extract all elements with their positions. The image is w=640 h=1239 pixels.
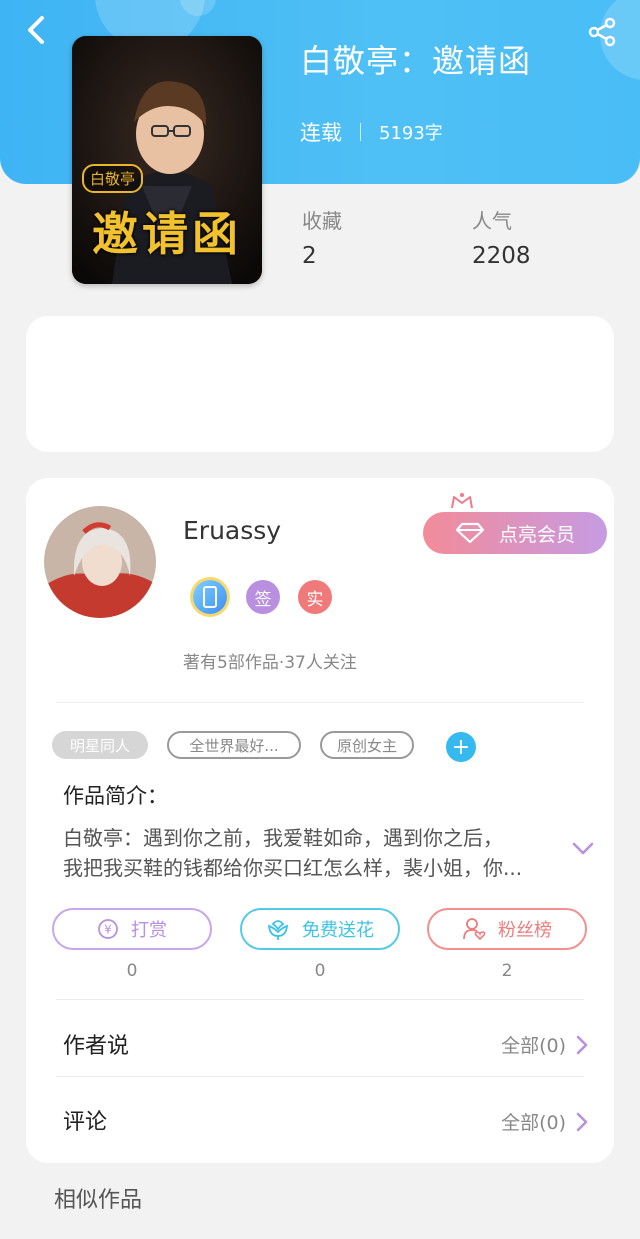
book-meta: 连载 5193字: [300, 117, 443, 147]
comments-all-text: 全部(0): [501, 1112, 566, 1134]
expand-chevron-down-icon[interactable]: [572, 842, 594, 856]
intro-line: 白敬亭：遇到你之前，我爱鞋如命，遇到你之后，: [63, 826, 503, 850]
add-tag-button[interactable]: +: [446, 732, 476, 762]
tip-button[interactable]: ¥ 打赏: [52, 908, 212, 950]
favorites-label: 收藏: [302, 209, 342, 233]
divider: [56, 702, 584, 703]
serial-status: 连载: [300, 121, 342, 145]
intro-text: 白敬亭：遇到你之前，我爱鞋如命，遇到你之后， 我把我买鞋的钱都给你买口红怎么样，…: [63, 823, 553, 883]
comments-label[interactable]: 评论: [63, 1104, 107, 1136]
avatar-image: [44, 506, 156, 618]
real-badge-icon: 实: [298, 580, 332, 614]
author-avatar[interactable]: [44, 506, 156, 618]
diamond-icon: [455, 522, 485, 544]
favorites-value: 2: [302, 243, 317, 269]
flower-count: 0: [314, 961, 326, 981]
similar-works-heading: 相似作品: [54, 1188, 143, 1213]
chevron-right-icon: [576, 1112, 588, 1131]
vip-button[interactable]: 点亮会员: [423, 512, 607, 554]
cover-big-title: 邀请函: [92, 207, 242, 261]
sign-badge-icon: 签: [246, 580, 280, 614]
tip-label: 打赏: [131, 920, 167, 941]
intro-line: 我把我买鞋的钱都给你买口红怎么样，裴小姐，你...: [63, 856, 523, 880]
author-works-info: 著有5部作品·37人关注: [183, 653, 357, 673]
crown-icon: [451, 493, 473, 509]
chevron-right-icon: [576, 1035, 588, 1054]
tag-original-heroine[interactable]: 原创女主: [320, 731, 414, 759]
meta-divider: [360, 123, 361, 141]
empty-card: [26, 316, 614, 452]
book-title: 白敬亭：邀请函: [300, 42, 532, 80]
author-says-all-text: 全部(0): [501, 1035, 566, 1057]
flower-icon: [267, 920, 289, 940]
back-arrow-icon[interactable]: [22, 14, 54, 46]
detail-card: Eruassy 点亮会员 签 实 著有5部作品·37人关注 明星同人 全世界最好…: [26, 478, 614, 1163]
book-cover[interactable]: 白敬亭 邀请函: [72, 36, 262, 284]
author-says-label[interactable]: 作者说: [63, 1028, 129, 1060]
tag-best-in-world[interactable]: 全世界最好...: [167, 731, 301, 759]
flower-label: 免费送花: [302, 920, 374, 941]
divider: [56, 1076, 584, 1077]
tip-count: 0: [126, 961, 138, 981]
fan-count: 2: [501, 961, 513, 981]
send-flower-button[interactable]: 免费送花: [240, 908, 400, 950]
author-says-all-link[interactable]: 全部(0): [501, 1031, 588, 1058]
popularity-value: 2208: [472, 243, 531, 269]
divider: [56, 999, 584, 1000]
cover-small-title: 白敬亭: [82, 164, 144, 193]
author-name[interactable]: Eruassy: [183, 516, 281, 545]
svg-text:¥: ¥: [104, 923, 112, 937]
comments-all-link[interactable]: 全部(0): [501, 1108, 588, 1135]
fan-icon: [463, 918, 486, 941]
share-icon[interactable]: [586, 16, 618, 48]
tag-star-fanfic[interactable]: 明星同人: [52, 731, 148, 759]
word-count: 5193字: [379, 123, 443, 144]
vip-label: 点亮会员: [498, 523, 575, 546]
popularity-label: 人气: [472, 209, 512, 233]
fan-ranking-button[interactable]: 粉丝榜: [427, 908, 587, 950]
fan-label: 粉丝榜: [498, 920, 552, 941]
intro-heading: 作品简介：: [63, 784, 168, 808]
yen-icon: ¥: [98, 919, 118, 939]
phone-badge-icon: [193, 580, 227, 614]
